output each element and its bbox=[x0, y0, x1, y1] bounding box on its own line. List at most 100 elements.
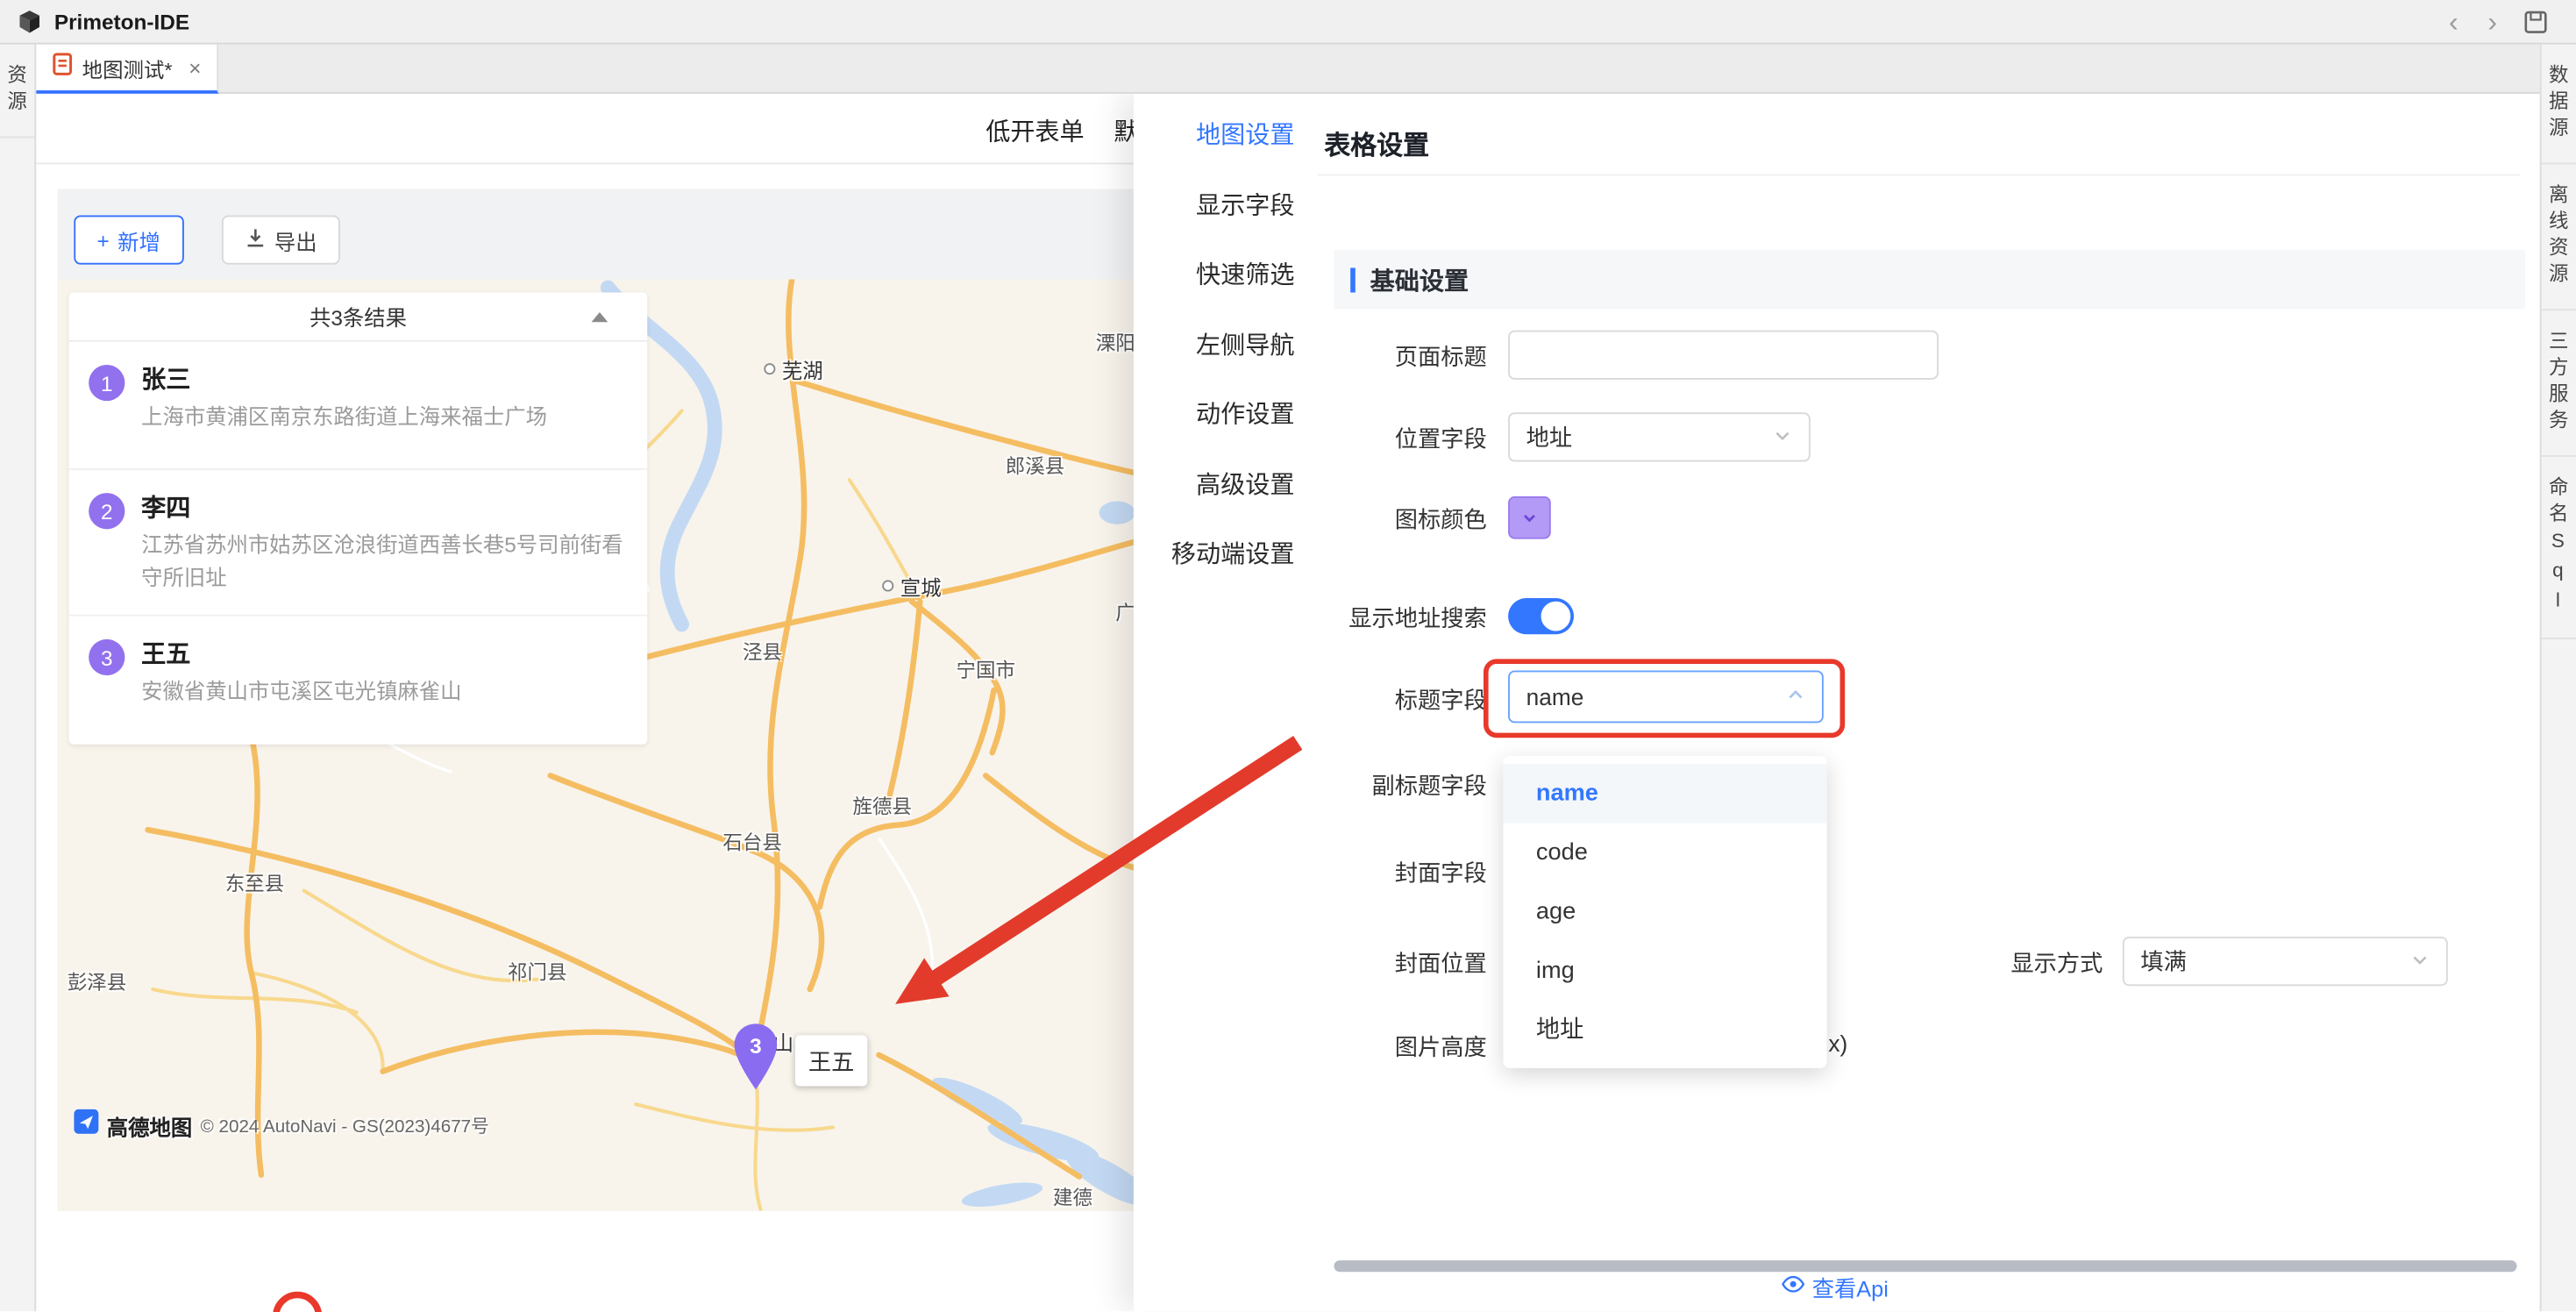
map-preview-panel: + 新增 导出 bbox=[58, 189, 1145, 1210]
rail-item-offline-resources[interactable]: 离线资源 bbox=[2542, 164, 2576, 310]
address-search-toggle[interactable] bbox=[1508, 598, 1574, 634]
results-count-label: 共3条结果 bbox=[310, 301, 407, 332]
chevron-down-icon bbox=[2410, 948, 2430, 974]
display-mode-select[interactable]: 填满 bbox=[2123, 937, 2448, 986]
nav-item-left-nav[interactable]: 左侧导航 bbox=[1134, 311, 1318, 381]
nav-item-quick-filter[interactable]: 快速筛选 bbox=[1134, 241, 1318, 311]
item-name: 李四 bbox=[141, 489, 628, 529]
map-attribution: 高德地图 © 2024 AutoNavi - GS(2023)4677号 bbox=[74, 1109, 488, 1142]
top-bar: Primeton-IDE ‹ › bbox=[0, 0, 2576, 45]
nav-item-action-settings[interactable]: 动作设置 bbox=[1134, 381, 1318, 452]
amap-logo-icon bbox=[74, 1109, 98, 1142]
item-address: 江苏省苏州市姑苏区沧浪街道西善长巷5号司前街看守所旧址 bbox=[141, 529, 628, 595]
nav-back-icon[interactable]: ‹ bbox=[2434, 1, 2473, 42]
rail-item-named-sql[interactable]: 命名Sql bbox=[2542, 457, 2576, 639]
image-height-suffix: x) bbox=[1828, 1030, 1847, 1057]
horizontal-scrollbar[interactable] bbox=[1334, 1260, 2516, 1272]
subtitle-field-label: 副标题字段 bbox=[1318, 769, 1487, 802]
page-title-field-label: 页面标题 bbox=[1318, 340, 1487, 373]
dropdown-option-address[interactable]: 地址 bbox=[1503, 1001, 1826, 1059]
rail-thirdparty-label: 三方服务 bbox=[2544, 331, 2572, 436]
nav-item-display-fields[interactable]: 显示字段 bbox=[1134, 172, 1318, 242]
map-copyright: © 2024 AutoNavi - GS(2023)4677号 bbox=[201, 1112, 489, 1138]
nav-forward-icon[interactable]: › bbox=[2473, 1, 2512, 42]
right-rail: 数据源 离线资源 三方服务 命名Sql bbox=[2540, 45, 2576, 1312]
title-field-value: name bbox=[1526, 683, 1584, 709]
icon-color-label: 图标颜色 bbox=[1318, 503, 1487, 535]
nav-item-map-settings[interactable]: 地图设置 bbox=[1134, 102, 1318, 172]
tab-label: 地图测试* bbox=[82, 52, 173, 83]
title-field-label: 标题字段 bbox=[1318, 683, 1487, 716]
map-label: 石台县 bbox=[722, 828, 781, 856]
app-window: Primeton-IDE ‹ › 地图测试* × 资源 数据源 离线资源 三方服… bbox=[0, 0, 2576, 1311]
map-label: 芜湖 bbox=[782, 353, 823, 385]
tab-map-test[interactable]: 地图测试* × bbox=[36, 45, 219, 94]
menu-item-lowcode-form[interactable]: 低开表单 bbox=[986, 113, 1084, 147]
add-button-label: 新增 bbox=[117, 225, 160, 256]
map-marker-label[interactable]: 王五 bbox=[795, 1035, 867, 1086]
view-api-label: 查看Api bbox=[1812, 1270, 1889, 1302]
rail-offline-label: 离线资源 bbox=[2544, 184, 2572, 289]
map-marker-pin[interactable]: 3 bbox=[731, 1022, 780, 1099]
location-field-select[interactable]: 地址 bbox=[1508, 412, 1811, 461]
settings-content: 表格设置 基础设置 页面标题 位置字段 地址 图标颜色 bbox=[1318, 94, 2540, 1311]
map-label: 建德 bbox=[1053, 1183, 1092, 1211]
add-button[interactable]: + 新增 bbox=[74, 215, 183, 264]
results-card: 共3条结果 1 张三 上海市黄浦区南京东路街道上海来福士广场 2 李四 江苏省苏… bbox=[69, 293, 648, 745]
map-label: 泾县 bbox=[743, 638, 782, 666]
collapse-icon[interactable] bbox=[592, 312, 608, 322]
map-label: 郎溪县 bbox=[1006, 452, 1064, 480]
display-mode-value: 填满 bbox=[2140, 945, 2186, 977]
nav-item-mobile-settings[interactable]: 移动端设置 bbox=[1134, 521, 1318, 591]
cover-field-label: 封面字段 bbox=[1318, 856, 1487, 888]
eye-icon bbox=[1781, 1272, 1805, 1301]
location-field-label: 位置字段 bbox=[1318, 423, 1487, 455]
rail-resources-label: 资源 bbox=[4, 64, 32, 117]
left-rail: 资源 bbox=[0, 45, 36, 1312]
item-index-badge: 2 bbox=[89, 493, 125, 529]
dropdown-option-age[interactable]: age bbox=[1503, 882, 1826, 941]
save-icon[interactable] bbox=[2512, 9, 2559, 33]
export-button-label: 导出 bbox=[274, 225, 317, 256]
map-label: 东至县 bbox=[225, 869, 284, 897]
dropdown-option-img[interactable]: img bbox=[1503, 942, 1826, 1001]
map-label: 宣城 bbox=[900, 570, 942, 602]
display-mode-label: 显示方式 bbox=[1933, 946, 2103, 979]
title-field-select[interactable]: name bbox=[1508, 670, 1824, 723]
tab-doc-icon bbox=[53, 52, 72, 83]
download-icon bbox=[245, 227, 266, 253]
image-height-label: 图片高度 bbox=[1318, 1030, 1487, 1063]
nav-item-advanced-settings[interactable]: 高级设置 bbox=[1134, 451, 1318, 521]
location-field-value: 地址 bbox=[1526, 421, 1572, 453]
section-basic-settings: 基础设置 bbox=[1334, 250, 2524, 309]
section-accent-bar bbox=[1350, 267, 1356, 291]
list-item[interactable]: 2 李四 江苏省苏州市姑苏区沧浪街道西善长巷5号司前街看守所旧址 bbox=[69, 470, 648, 617]
chevron-up-icon bbox=[1786, 683, 1805, 709]
icon-color-picker[interactable] bbox=[1508, 496, 1551, 539]
view-api-link[interactable]: 查看Api bbox=[1781, 1270, 1889, 1302]
item-address: 安徽省黄山市屯溪区屯光镇麻雀山 bbox=[141, 675, 628, 708]
dropdown-option-name[interactable]: name bbox=[1503, 764, 1826, 823]
cover-position-label: 封面位置 bbox=[1318, 946, 1487, 979]
app-title: Primeton-IDE bbox=[54, 9, 189, 33]
item-name: 王五 bbox=[141, 636, 628, 675]
rail-item-resources[interactable]: 资源 bbox=[0, 45, 34, 139]
export-button[interactable]: 导出 bbox=[222, 215, 340, 264]
rail-item-datasource[interactable]: 数据源 bbox=[2542, 45, 2576, 165]
rail-item-third-party[interactable]: 三方服务 bbox=[2542, 310, 2576, 457]
list-item[interactable]: 1 张三 上海市黄浦区南京东路街道上海来福士广场 bbox=[69, 342, 648, 470]
map-label: 宁国市 bbox=[956, 656, 1014, 684]
list-item[interactable]: 3 王五 安徽省黄山市屯溪区屯光镇麻雀山 bbox=[69, 617, 648, 745]
settings-nav: 地图设置 显示字段 快速筛选 左侧导航 动作设置 高级设置 移动端设置 bbox=[1134, 94, 1318, 1311]
map-label: 祁门县 bbox=[508, 958, 566, 986]
tab-close-icon[interactable]: × bbox=[189, 55, 201, 80]
tab-strip: 地图测试* × bbox=[36, 45, 2540, 94]
rail-namedsql-label: 命名Sql bbox=[2544, 476, 2572, 617]
dropdown-option-code[interactable]: code bbox=[1503, 824, 1826, 882]
amap-logo-text: 高德地图 bbox=[107, 1110, 192, 1142]
page-title: 表格设置 bbox=[1324, 124, 1429, 163]
plus-icon: + bbox=[97, 228, 110, 253]
results-header[interactable]: 共3条结果 bbox=[69, 293, 648, 342]
page-title-input[interactable] bbox=[1508, 331, 1939, 380]
map-label: 溧阳 bbox=[1096, 329, 1135, 357]
